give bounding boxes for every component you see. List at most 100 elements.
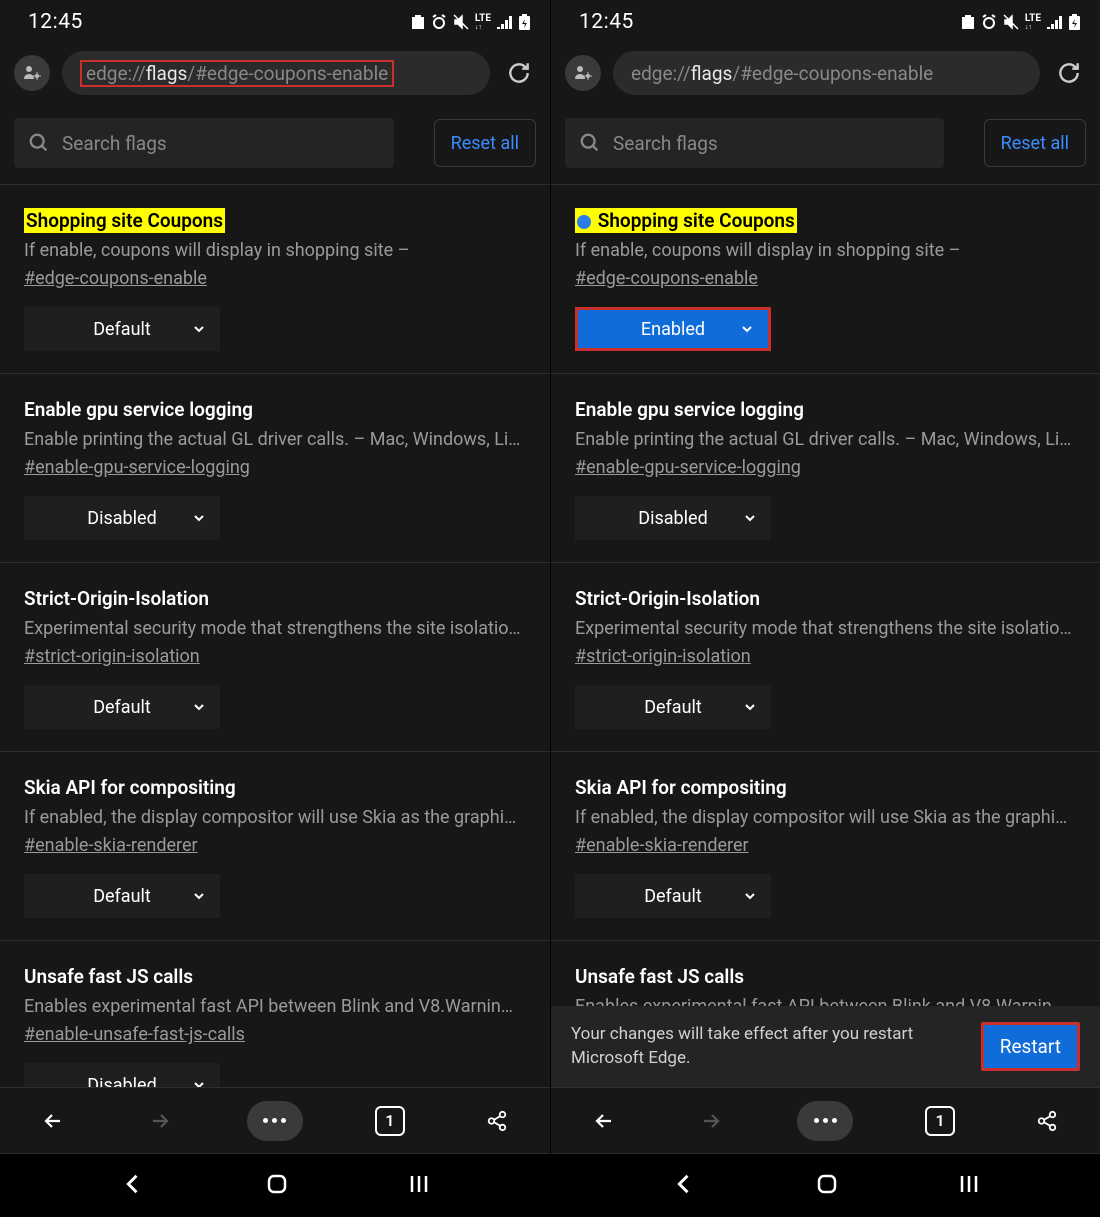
mute-icon (1003, 14, 1019, 30)
restart-button[interactable]: Restart (981, 1022, 1080, 1071)
status-bar: 12:45 LTE↓↑ (0, 0, 550, 44)
flag-title: Skia API for compositing (24, 776, 236, 799)
browser-bottom-bar: 1 (551, 1087, 1100, 1153)
flag-item: Shopping site Coupons If enable, coupons… (551, 185, 1100, 374)
reload-button[interactable] (1052, 56, 1086, 90)
flag-hash-link[interactable]: #enable-gpu-service-logging (575, 457, 801, 478)
status-icons: LTE↓↑ (961, 14, 1080, 31)
flag-select[interactable]: Disabled (24, 1063, 220, 1087)
share-button[interactable] (1027, 1101, 1067, 1141)
chevron-down-icon (743, 889, 757, 903)
profile-icon (574, 64, 592, 82)
flag-item: Enable gpu service logging Enable printi… (551, 374, 1100, 563)
flag-title: Enable gpu service logging (24, 398, 253, 421)
flag-select[interactable]: Disabled (575, 496, 771, 540)
status-icons: LTE↓↑ (411, 14, 530, 31)
flag-title: Skia API for compositing (575, 776, 787, 799)
profile-icon (23, 64, 41, 82)
battery-icon (1069, 14, 1080, 30)
search-input[interactable]: Search flags (565, 118, 944, 168)
back-button[interactable] (584, 1101, 624, 1141)
nav-recents-button[interactable] (957, 1172, 981, 1200)
phone-left: 12:45 LTE↓↑ edge://flags/#edge-coupons-e… (0, 0, 550, 1217)
flag-select-value: Disabled (87, 1075, 156, 1087)
search-icon (28, 132, 50, 154)
system-nav-bar (0, 1153, 550, 1217)
search-input[interactable]: Search flags (14, 118, 394, 168)
menu-button[interactable] (797, 1101, 853, 1141)
nav-home-button[interactable] (815, 1172, 839, 1200)
nav-home-button[interactable] (265, 1172, 289, 1200)
flag-hash-link[interactable]: #edge-coupons-enable (24, 268, 207, 289)
search-placeholder: Search flags (62, 132, 167, 155)
url-bar[interactable]: edge://flags/#edge-coupons-enable (62, 51, 490, 95)
browser-top-bar: edge://flags/#edge-coupons-enable (0, 44, 550, 102)
flag-select-value: Default (93, 319, 151, 340)
chevron-down-icon (192, 700, 206, 714)
back-button[interactable] (33, 1101, 73, 1141)
flag-hash-link[interactable]: #edge-coupons-enable (575, 268, 758, 289)
flag-select-value: Default (644, 886, 702, 907)
home-icon (265, 1172, 289, 1196)
flag-select[interactable]: Default (575, 685, 771, 729)
chevron-down-icon (743, 700, 757, 714)
reload-icon (1056, 60, 1082, 86)
share-button[interactable] (477, 1101, 517, 1141)
recents-icon (407, 1172, 431, 1196)
home-icon (815, 1172, 839, 1196)
arrow-left-icon (41, 1109, 65, 1133)
modified-dot-icon (577, 215, 591, 229)
status-bar: 12:45 LTE↓↑ (551, 0, 1100, 44)
lte-icon: LTE↓↑ (475, 14, 491, 31)
flag-hash-link[interactable]: #strict-origin-isolation (575, 646, 751, 667)
flags-list[interactable]: Shopping site Coupons If enable, coupons… (551, 185, 1100, 1087)
menu-button[interactable] (247, 1101, 303, 1141)
search-row: Search flags Reset all (551, 102, 1100, 185)
tab-count: 1 (925, 1106, 955, 1136)
flag-select[interactable]: Default (24, 685, 220, 729)
reset-all-button[interactable]: Reset all (434, 119, 536, 167)
forward-button[interactable] (140, 1101, 180, 1141)
url-path: /#edge-coupons-enable (732, 62, 933, 85)
url-host: flags (146, 62, 188, 85)
flag-select-value: Default (93, 697, 151, 718)
flag-hash-link[interactable]: #enable-unsafe-fast-js-calls (24, 1024, 245, 1045)
tabs-button[interactable]: 1 (920, 1101, 960, 1141)
flag-select-value: Default (93, 886, 151, 907)
reset-all-button[interactable]: Reset all (984, 119, 1086, 167)
chevron-left-icon (119, 1170, 147, 1198)
share-icon (1036, 1110, 1058, 1132)
recents-icon (957, 1172, 981, 1196)
nav-recents-button[interactable] (407, 1172, 431, 1200)
flag-select[interactable]: Default (575, 874, 771, 918)
url-bar[interactable]: edge://flags/#edge-coupons-enable (613, 51, 1040, 95)
restart-text: Your changes will take effect after you … (571, 1022, 965, 1071)
profile-button[interactable] (14, 55, 50, 91)
forward-button[interactable] (691, 1101, 731, 1141)
flag-hash-link[interactable]: #enable-skia-renderer (575, 835, 749, 856)
flag-hash-link[interactable]: #strict-origin-isolation (24, 646, 200, 667)
flag-hash-link[interactable]: #enable-skia-renderer (24, 835, 198, 856)
reload-icon (506, 60, 532, 86)
nav-back-button[interactable] (119, 1170, 147, 1202)
clock: 12:45 (579, 10, 634, 34)
flag-hash-link[interactable]: #enable-gpu-service-logging (24, 457, 250, 478)
chevron-left-icon (670, 1170, 698, 1198)
flag-select[interactable]: Enabled (575, 307, 771, 351)
reload-button[interactable] (502, 56, 536, 90)
flag-item: Strict-Origin-Isolation Experimental sec… (551, 563, 1100, 752)
phone-right: 12:45 LTE↓↑ edge://flags/#edge-coupons-e… (550, 0, 1100, 1217)
flag-select[interactable]: Default (24, 307, 220, 351)
chevron-down-icon (192, 511, 206, 525)
flag-select[interactable]: Default (24, 874, 220, 918)
flag-select-value: Enabled (641, 319, 705, 340)
flags-list[interactable]: Shopping site Coupons If enable, coupons… (0, 185, 550, 1087)
flag-select[interactable]: Disabled (24, 496, 220, 540)
nav-back-button[interactable] (670, 1170, 698, 1202)
flag-item: Skia API for compositing If enabled, the… (551, 752, 1100, 941)
battery-saver-icon (961, 14, 975, 30)
flag-item: Skia API for compositing If enabled, the… (0, 752, 550, 941)
profile-button[interactable] (565, 55, 601, 91)
tabs-button[interactable]: 1 (370, 1101, 410, 1141)
flag-title: Enable gpu service logging (575, 398, 804, 421)
